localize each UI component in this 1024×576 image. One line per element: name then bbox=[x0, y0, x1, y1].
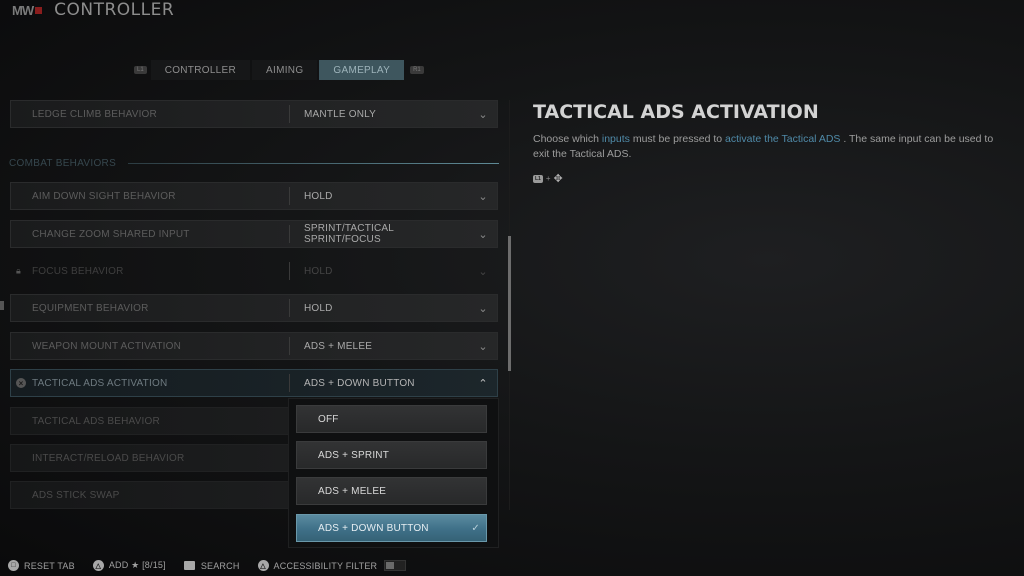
square-button-icon: □ bbox=[8, 560, 19, 571]
setting-value: SPRINT/TACTICAL SPRINT/FOCUS bbox=[304, 223, 394, 245]
scrollbar[interactable] bbox=[508, 236, 511, 371]
setting-value: HOLD bbox=[304, 302, 333, 314]
highlight-inputs: inputs bbox=[601, 133, 630, 145]
triangle-button-icon: △ bbox=[257, 560, 269, 571]
section-combat-behaviors: COMBAT BEHAVIORS bbox=[9, 158, 499, 169]
checkmark-icon: ✓ bbox=[471, 522, 480, 534]
detail-panel: TACTICAL ADS ACTIVATION Choose which inp… bbox=[533, 101, 1008, 185]
setting-label: TACTICAL ADS BEHAVIOR bbox=[32, 415, 160, 427]
chevron-down-icon: ⌄ bbox=[478, 190, 488, 203]
tab-controller[interactable]: CONTROLLER bbox=[150, 60, 251, 80]
accessibility-toggle[interactable] bbox=[384, 560, 407, 571]
side-marker bbox=[0, 301, 4, 310]
lock-icon: 🔒︎ bbox=[16, 265, 21, 276]
section-title: COMBAT BEHAVIORS bbox=[9, 158, 117, 169]
setting-value: ADS + DOWN BUTTON bbox=[304, 377, 415, 389]
tab-aiming[interactable]: AIMING bbox=[252, 60, 318, 80]
right-bumper-icon[interactable]: R1 bbox=[410, 66, 424, 74]
dropdown-option-off[interactable]: OFF bbox=[296, 405, 487, 433]
setting-label: ADS STICK SWAP bbox=[32, 489, 120, 501]
setting-value: ADS + MELEE bbox=[304, 340, 373, 352]
setting-label: 🔒︎ FOCUS BEHAVIOR bbox=[16, 265, 124, 277]
l1-button-icon: L1 bbox=[533, 174, 543, 183]
left-bumper-icon[interactable]: L1 bbox=[134, 66, 147, 74]
reset-tab-button[interactable]: □ RESET TAB bbox=[8, 560, 75, 571]
button-combo: L1 + ✥ bbox=[533, 172, 1008, 185]
setting-row-interact-reload[interactable]: INTERACT/RELOAD BEHAVIOR bbox=[10, 444, 290, 472]
setting-row-change-zoom[interactable]: CHANGE ZOOM SHARED INPUT SPRINT/TACTICAL… bbox=[10, 220, 498, 248]
setting-row-tactical-ads-activation[interactable]: × TACTICAL ADS ACTIVATION ADS + DOWN BUTT… bbox=[10, 369, 498, 397]
header: MW CONTROLLER bbox=[12, 0, 174, 20]
detail-description: Choose which inputs must be pressed to a… bbox=[533, 133, 994, 160]
setting-label: EQUIPMENT BEHAVIOR bbox=[32, 302, 149, 314]
setting-row-aim-down-sight[interactable]: AIM DOWN SIGHT BEHAVIOR HOLD ⌄ bbox=[10, 182, 498, 210]
chevron-down-icon: ⌄ bbox=[478, 265, 488, 278]
add-favorite-button[interactable]: △ ADD ★ [8/15] bbox=[92, 560, 166, 571]
section-divider bbox=[128, 163, 499, 164]
setting-row-ads-stick-swap[interactable]: ADS STICK SWAP bbox=[10, 481, 290, 509]
plus-sign: + bbox=[545, 174, 551, 183]
setting-row-tactical-ads-behavior[interactable]: TACTICAL ADS BEHAVIOR bbox=[10, 407, 290, 435]
chevron-down-icon: ⌄ bbox=[478, 228, 488, 241]
page-title: CONTROLLER bbox=[54, 0, 175, 20]
chevron-down-icon: ⌄ bbox=[478, 108, 488, 121]
footer-bar: □ RESET TAB △ ADD ★ [8/15] SEARCH △ ACCESSI… bbox=[8, 560, 424, 571]
tab-gameplay[interactable]: GAMEPLAY bbox=[319, 60, 405, 80]
dpad-down-icon: ✥ bbox=[553, 173, 563, 185]
chevron-up-icon: ⌃ bbox=[478, 377, 488, 390]
setting-label: × TACTICAL ADS ACTIVATION bbox=[11, 378, 289, 389]
chevron-down-icon: ⌄ bbox=[478, 302, 488, 315]
logo-mark bbox=[35, 6, 43, 14]
setting-label: CHANGE ZOOM SHARED INPUT bbox=[32, 228, 190, 240]
tab-bar: L1 CONTROLLER AIMING GAMEPLAY R1 bbox=[130, 60, 428, 80]
setting-row-ledge-climb[interactable]: LEDGE CLIMB BEHAVIOR MANTLE ONLY ⌄ bbox=[10, 100, 498, 128]
reset-x-icon[interactable]: × bbox=[16, 378, 26, 388]
setting-label: INTERACT/RELOAD BEHAVIOR bbox=[32, 452, 185, 464]
setting-value: HOLD bbox=[304, 190, 333, 202]
triangle-button-icon: △ bbox=[92, 560, 104, 571]
dropdown-option-ads-down-button[interactable]: ADS + DOWN BUTTON ✓ bbox=[296, 514, 487, 542]
game-logo: MW bbox=[12, 3, 43, 18]
dropdown-option-ads-sprint[interactable]: ADS + SPRINT bbox=[296, 441, 487, 469]
setting-label: WEAPON MOUNT ACTIVATION bbox=[32, 340, 182, 352]
dropdown-option-ads-melee[interactable]: ADS + MELEE bbox=[296, 477, 487, 505]
dropdown-menu: OFF ADS + SPRINT ADS + MELEE ADS + DOWN … bbox=[288, 398, 499, 548]
setting-row-equipment[interactable]: EQUIPMENT BEHAVIOR HOLD ⌄ bbox=[10, 294, 498, 322]
setting-row-weapon-mount[interactable]: WEAPON MOUNT ACTIVATION ADS + MELEE ⌄ bbox=[10, 332, 498, 360]
toggle-knob bbox=[386, 562, 395, 569]
keyboard-icon bbox=[183, 561, 195, 570]
setting-value: HOLD bbox=[304, 265, 333, 277]
highlight-activate: activate the Tactical ADS bbox=[725, 133, 841, 145]
setting-row-focus-behavior: 🔒︎ FOCUS BEHAVIOR HOLD ⌄ bbox=[10, 257, 498, 285]
setting-value: MANTLE ONLY bbox=[304, 108, 377, 120]
chevron-down-icon: ⌄ bbox=[478, 340, 488, 353]
setting-label: LEDGE CLIMB BEHAVIOR bbox=[32, 108, 157, 120]
detail-title: TACTICAL ADS ACTIVATION bbox=[533, 101, 819, 123]
search-button[interactable]: SEARCH bbox=[183, 561, 240, 571]
setting-label: AIM DOWN SIGHT BEHAVIOR bbox=[32, 190, 176, 202]
accessibility-filter-button[interactable]: △ ACCESSIBILITY FILTER bbox=[257, 560, 407, 571]
